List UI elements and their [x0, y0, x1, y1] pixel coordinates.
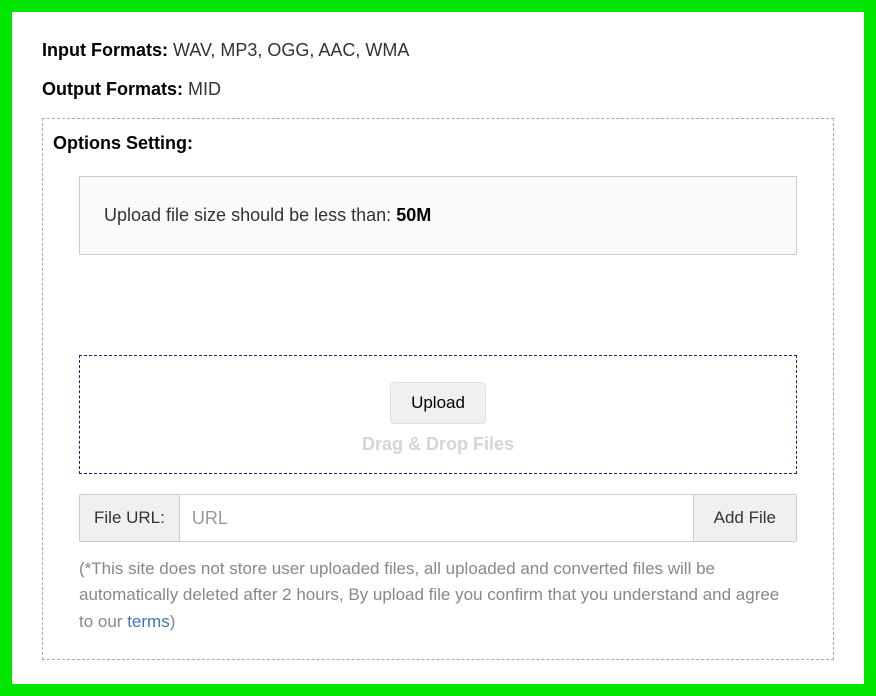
options-panel: Options Setting: Upload file size should…	[42, 118, 834, 660]
options-title: Options Setting:	[53, 133, 797, 154]
file-size-notice: Upload file size should be less than: 50…	[79, 176, 797, 255]
disclaimer-after: )	[170, 612, 176, 631]
output-formats-label: Output Formats:	[42, 79, 183, 99]
input-formats-line: Input Formats: WAV, MP3, OGG, AAC, WMA	[42, 40, 834, 61]
disclaimer-text: (*This site does not store user uploaded…	[79, 556, 797, 635]
disclaimer-before: (*This site does not store user uploaded…	[79, 559, 779, 631]
output-formats-value: MID	[183, 79, 221, 99]
url-input-row: File URL: Add File	[79, 494, 797, 542]
file-url-label: File URL:	[80, 495, 180, 541]
add-file-button[interactable]: Add File	[693, 495, 796, 541]
file-url-input[interactable]	[180, 495, 693, 541]
output-formats-line: Output Formats: MID	[42, 79, 834, 100]
drag-drop-label: Drag & Drop Files	[80, 434, 796, 455]
input-formats-value: WAV, MP3, OGG, AAC, WMA	[168, 40, 409, 60]
upload-dropzone[interactable]: Upload Drag & Drop Files	[79, 355, 797, 474]
input-formats-label: Input Formats:	[42, 40, 168, 60]
upload-button[interactable]: Upload	[390, 382, 486, 424]
terms-link[interactable]: terms	[127, 612, 170, 631]
notice-limit: 50M	[396, 205, 431, 225]
notice-prefix: Upload file size should be less than:	[104, 205, 396, 225]
main-container: Input Formats: WAV, MP3, OGG, AAC, WMA O…	[12, 12, 864, 684]
